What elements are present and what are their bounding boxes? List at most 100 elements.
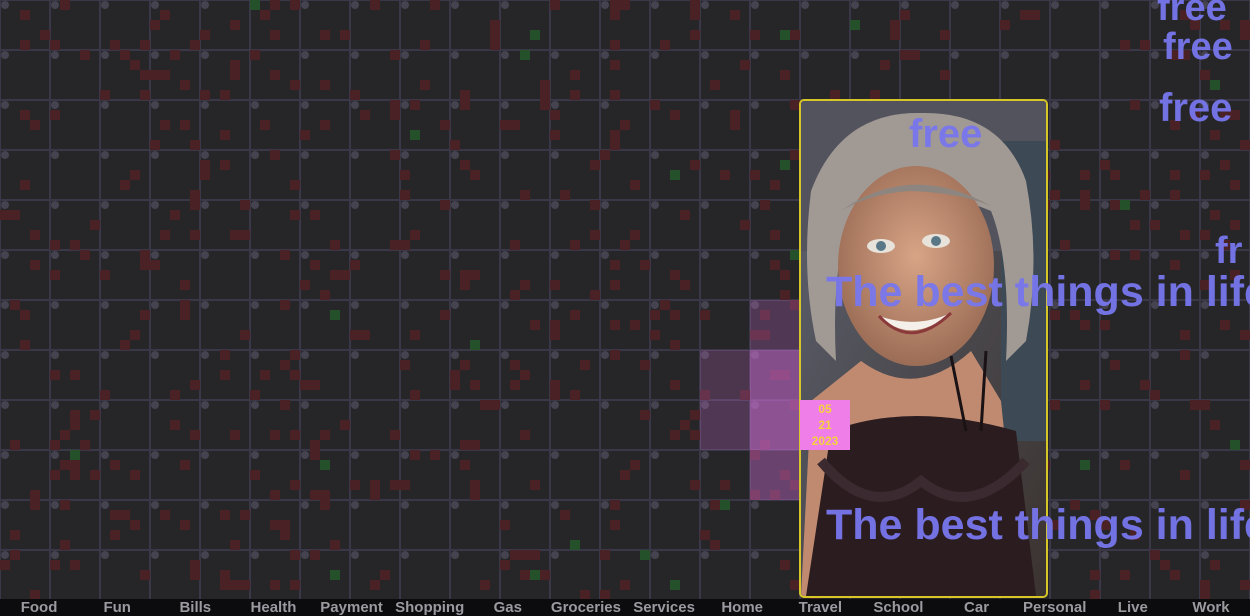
grid-node xyxy=(651,451,659,459)
grid-node xyxy=(151,301,159,309)
cell-dot xyxy=(1130,100,1140,110)
cell-dot xyxy=(510,290,520,300)
cell-dot xyxy=(10,550,20,560)
category-tab[interactable]: Bills xyxy=(156,599,234,616)
grid-node xyxy=(351,451,359,459)
grid-node xyxy=(401,351,409,359)
cell-dot xyxy=(320,460,330,470)
cell-dot xyxy=(290,80,300,90)
cell-dot xyxy=(200,160,210,170)
cell-dot xyxy=(350,90,360,100)
cell-dot xyxy=(1200,400,1210,410)
cell-dot xyxy=(620,0,630,10)
grid-node xyxy=(351,501,359,509)
cell-dot xyxy=(1160,560,1170,570)
grid-node xyxy=(501,551,509,559)
cell-dot xyxy=(550,110,560,120)
grid-node xyxy=(1,351,9,359)
cell-dot xyxy=(450,140,460,150)
cell-dot xyxy=(680,280,690,290)
cell-dot xyxy=(570,390,580,400)
cell-dot xyxy=(510,240,520,250)
cell-dot xyxy=(410,450,420,460)
cell-dot xyxy=(400,480,410,490)
cell-dot xyxy=(340,420,350,430)
grid-node xyxy=(401,51,409,59)
cell-dot xyxy=(230,70,240,80)
cell-dot xyxy=(70,370,80,380)
grid-node xyxy=(251,551,259,559)
grid-node xyxy=(1051,1,1059,9)
cell-dot xyxy=(140,570,150,580)
cell-dot xyxy=(610,130,620,140)
cell-dot xyxy=(880,60,890,70)
cell-dot xyxy=(720,500,730,510)
cell-dot xyxy=(470,480,480,490)
cell-dot xyxy=(170,210,180,220)
cell-dot xyxy=(350,330,360,340)
grid-node xyxy=(401,401,409,409)
cell-dot xyxy=(410,130,420,140)
cell-dot xyxy=(160,510,170,520)
cell-dot xyxy=(440,310,450,320)
cell-dot xyxy=(340,30,350,40)
cell-dot xyxy=(190,380,200,390)
date-badge[interactable]: 05 21 2023 xyxy=(800,400,850,450)
grid-node xyxy=(1051,51,1059,59)
grid-node xyxy=(451,51,459,59)
grid-node xyxy=(351,101,359,109)
category-tab[interactable]: Personal xyxy=(1016,599,1094,616)
cell-dot xyxy=(940,30,950,40)
cell-dot xyxy=(780,30,790,40)
category-tab[interactable]: Work xyxy=(1172,599,1250,616)
cell-dot xyxy=(440,120,450,130)
cell-dot xyxy=(50,560,60,570)
grid-node xyxy=(1101,201,1109,209)
cell-dot xyxy=(790,30,800,40)
cell-dot xyxy=(190,190,200,200)
grid-node xyxy=(201,301,209,309)
grid-node xyxy=(101,451,109,459)
spending-grid-board[interactable]: 05 21 2023 free free free free fr The be… xyxy=(0,0,1250,600)
cell-dot xyxy=(180,310,190,320)
cell-dot xyxy=(180,120,190,130)
cell-dot xyxy=(640,260,650,270)
category-tab[interactable]: Shopping xyxy=(391,599,469,616)
grid-node xyxy=(151,401,159,409)
category-tab[interactable]: Travel xyxy=(781,599,859,616)
grid-node xyxy=(301,201,309,209)
category-tab[interactable]: Payment xyxy=(313,599,391,616)
grid-node xyxy=(701,1,709,9)
category-tab[interactable]: School xyxy=(859,599,937,616)
cell-dot xyxy=(190,230,200,240)
category-tab[interactable]: Fun xyxy=(78,599,156,616)
cell-dot xyxy=(690,10,700,20)
cell-dot xyxy=(630,460,640,470)
cell-dot xyxy=(160,230,170,240)
cell-dot xyxy=(1110,170,1120,180)
cell-dot xyxy=(570,70,580,80)
cell-dot xyxy=(460,360,470,370)
cell-dot xyxy=(600,150,610,160)
cell-dot xyxy=(50,470,60,480)
category-tab[interactable]: Health xyxy=(234,599,312,616)
category-tab[interactable]: Food xyxy=(0,599,78,616)
grid-node xyxy=(401,251,409,259)
category-tab[interactable]: Groceries xyxy=(547,599,625,616)
category-tab[interactable]: Services xyxy=(625,599,703,616)
cell-dot xyxy=(230,580,240,590)
cell-dot xyxy=(310,440,320,450)
grid-node xyxy=(901,1,909,9)
cell-dot xyxy=(370,580,380,590)
grid-node xyxy=(201,101,209,109)
grid-node xyxy=(601,201,609,209)
category-tab[interactable]: Home xyxy=(703,599,781,616)
category-tab[interactable]: Car xyxy=(938,599,1016,616)
category-tab[interactable]: Gas xyxy=(469,599,547,616)
cell-dot xyxy=(520,370,530,380)
cell-dot xyxy=(220,130,230,140)
cell-dot xyxy=(290,580,300,590)
cell-dot xyxy=(570,540,580,550)
cell-dot xyxy=(220,580,230,590)
category-tab[interactable]: Live xyxy=(1094,599,1172,616)
